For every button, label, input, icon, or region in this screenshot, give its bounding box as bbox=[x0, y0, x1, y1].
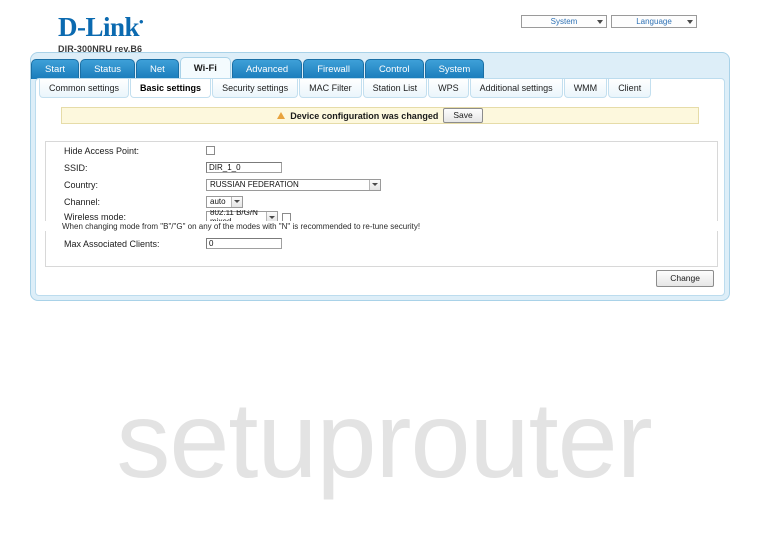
ssid-input[interactable] bbox=[206, 162, 282, 173]
wireless-mode-extra-checkbox[interactable] bbox=[282, 212, 291, 221]
max-clients-input[interactable] bbox=[206, 238, 282, 249]
config-changed-notice: Device configuration was changed Save bbox=[61, 107, 699, 124]
main-tab-advanced[interactable]: Advanced bbox=[231, 59, 303, 79]
sub-tab-label: Client bbox=[618, 83, 642, 93]
warning-triangle-icon bbox=[277, 112, 286, 119]
main-tab-label: Status bbox=[94, 64, 121, 75]
sub-tab-basic-settings[interactable]: Basic settings bbox=[130, 79, 212, 98]
sub-tab-label: WMM bbox=[573, 83, 598, 93]
sub-tab-label: Security settings bbox=[222, 83, 289, 93]
ssid-control bbox=[206, 162, 282, 173]
sub-tab-common-settings[interactable]: Common settings bbox=[39, 79, 130, 98]
country-control: RUSSIAN FEDERATION bbox=[206, 178, 381, 191]
sub-tab-station-list[interactable]: Station List bbox=[362, 79, 428, 98]
row-hide-access-point: Hide Access Point: bbox=[46, 142, 717, 159]
main-tab-label: Wi-Fi bbox=[193, 63, 217, 74]
change-button[interactable]: Change bbox=[656, 270, 714, 287]
row-channel: Channel: auto bbox=[46, 193, 717, 210]
wireless-mode-control: 802.11 B/G/N mixed bbox=[206, 210, 291, 221]
chevron-down-icon bbox=[687, 19, 693, 24]
main-tab-label: Firewall bbox=[317, 64, 350, 75]
sub-tab-label: WPS bbox=[438, 83, 459, 93]
main-tab-firewall[interactable]: Firewall bbox=[303, 59, 364, 79]
main-tab-label: Start bbox=[45, 64, 66, 75]
max-clients-fieldset: Max Associated Clients: bbox=[45, 231, 718, 267]
ssid-label: SSID: bbox=[64, 162, 88, 173]
content-card: Common settings Basic settings Security se… bbox=[35, 78, 725, 296]
hide-access-point-checkbox[interactable] bbox=[206, 146, 215, 155]
sub-tab-wps[interactable]: WPS bbox=[428, 79, 469, 98]
channel-label: Channel: bbox=[64, 196, 101, 207]
wireless-mode-select[interactable]: 802.11 B/G/N mixed bbox=[206, 210, 278, 221]
chevron-down-icon bbox=[369, 179, 380, 190]
top-selectors: System Language bbox=[521, 15, 697, 28]
main-tab-label: Net bbox=[150, 64, 165, 75]
main-tab-control[interactable]: Control bbox=[364, 59, 424, 79]
main-tab-system[interactable]: System bbox=[424, 59, 485, 79]
sub-tab-label: MAC Filter bbox=[309, 83, 352, 93]
sub-tab-client[interactable]: Client bbox=[608, 79, 652, 98]
notice-text: Device configuration was changed bbox=[290, 110, 439, 121]
main-tab-label: Control bbox=[378, 64, 410, 75]
sub-tab-label: Basic settings bbox=[140, 83, 202, 93]
system-select-value: System bbox=[550, 17, 578, 26]
page-header: D-Link• DIR-300NRU rev.B6 System Languag… bbox=[0, 0, 768, 55]
chevron-down-icon bbox=[231, 196, 242, 207]
sub-navigation: Common settings Basic settings Security se… bbox=[37, 79, 652, 98]
country-select[interactable]: RUSSIAN FEDERATION bbox=[206, 178, 381, 191]
language-select-value: Language bbox=[636, 17, 672, 26]
main-tab-wi-fi[interactable]: Wi-Fi bbox=[179, 57, 231, 79]
sub-tab-wmm[interactable]: WMM bbox=[563, 79, 608, 98]
main-tab-net[interactable]: Net bbox=[136, 59, 179, 79]
main-tab-label: System bbox=[438, 64, 471, 75]
wireless-mode-label: Wireless mode: bbox=[64, 212, 127, 221]
main-tab-start[interactable]: Start bbox=[31, 59, 80, 79]
sub-tab-label: Additional settings bbox=[479, 83, 553, 93]
sub-tab-label: Station List bbox=[372, 83, 418, 93]
system-select[interactable]: System bbox=[521, 15, 607, 28]
row-country: Country: RUSSIAN FEDERATION bbox=[46, 176, 717, 193]
channel-select-value: auto bbox=[210, 197, 226, 206]
main-tab-status[interactable]: Status bbox=[80, 59, 135, 79]
brand-registered-mark: • bbox=[139, 14, 144, 29]
row-ssid: SSID: bbox=[46, 159, 717, 176]
page-root: setuprouter D-Link• DIR-300NRU rev.B6 Sy… bbox=[0, 0, 768, 557]
save-button[interactable]: Save bbox=[443, 108, 483, 123]
basic-settings-fieldset: Hide Access Point: SSID: Country: bbox=[45, 141, 718, 221]
row-max-associated-clients: Max Associated Clients: bbox=[46, 236, 717, 251]
main-tab-label: Advanced bbox=[245, 64, 289, 75]
sub-tab-additional-settings[interactable]: Additional settings bbox=[469, 79, 563, 98]
sub-tab-mac-filter[interactable]: MAC Filter bbox=[299, 79, 362, 98]
channel-control: auto bbox=[206, 195, 243, 208]
sub-tab-security-settings[interactable]: Security settings bbox=[212, 79, 299, 98]
chevron-down-icon bbox=[597, 19, 603, 24]
brand-name: D-Link• bbox=[58, 12, 144, 42]
language-select[interactable]: Language bbox=[611, 15, 697, 28]
basic-settings-rows: Hide Access Point: SSID: Country: bbox=[46, 142, 717, 221]
channel-select[interactable]: auto bbox=[206, 195, 243, 208]
hide-access-point-label: Hide Access Point: bbox=[64, 145, 140, 156]
main-navigation: Start Status Net Wi-Fi Advanced Firewall Contr… bbox=[31, 57, 485, 79]
dlink-logo: D-Link• DIR-300NRU rev.B6 bbox=[58, 8, 144, 55]
max-clients-control bbox=[206, 238, 282, 249]
country-select-value: RUSSIAN FEDERATION bbox=[210, 180, 299, 189]
sub-tab-label: Common settings bbox=[49, 83, 120, 93]
wireless-mode-hint: When changing mode from "B"/"G" on any o… bbox=[62, 222, 421, 231]
hide-access-point-control bbox=[206, 146, 215, 155]
country-label: Country: bbox=[64, 179, 99, 190]
setuprouter-watermark: setuprouter bbox=[116, 379, 652, 500]
row-wireless-mode: Wireless mode: 802.11 B/G/N mixed bbox=[46, 210, 717, 221]
device-model: DIR-300NRU rev.B6 bbox=[58, 44, 143, 54]
max-clients-label: Max Associated Clients: bbox=[64, 238, 160, 249]
chevron-down-icon bbox=[266, 212, 277, 221]
